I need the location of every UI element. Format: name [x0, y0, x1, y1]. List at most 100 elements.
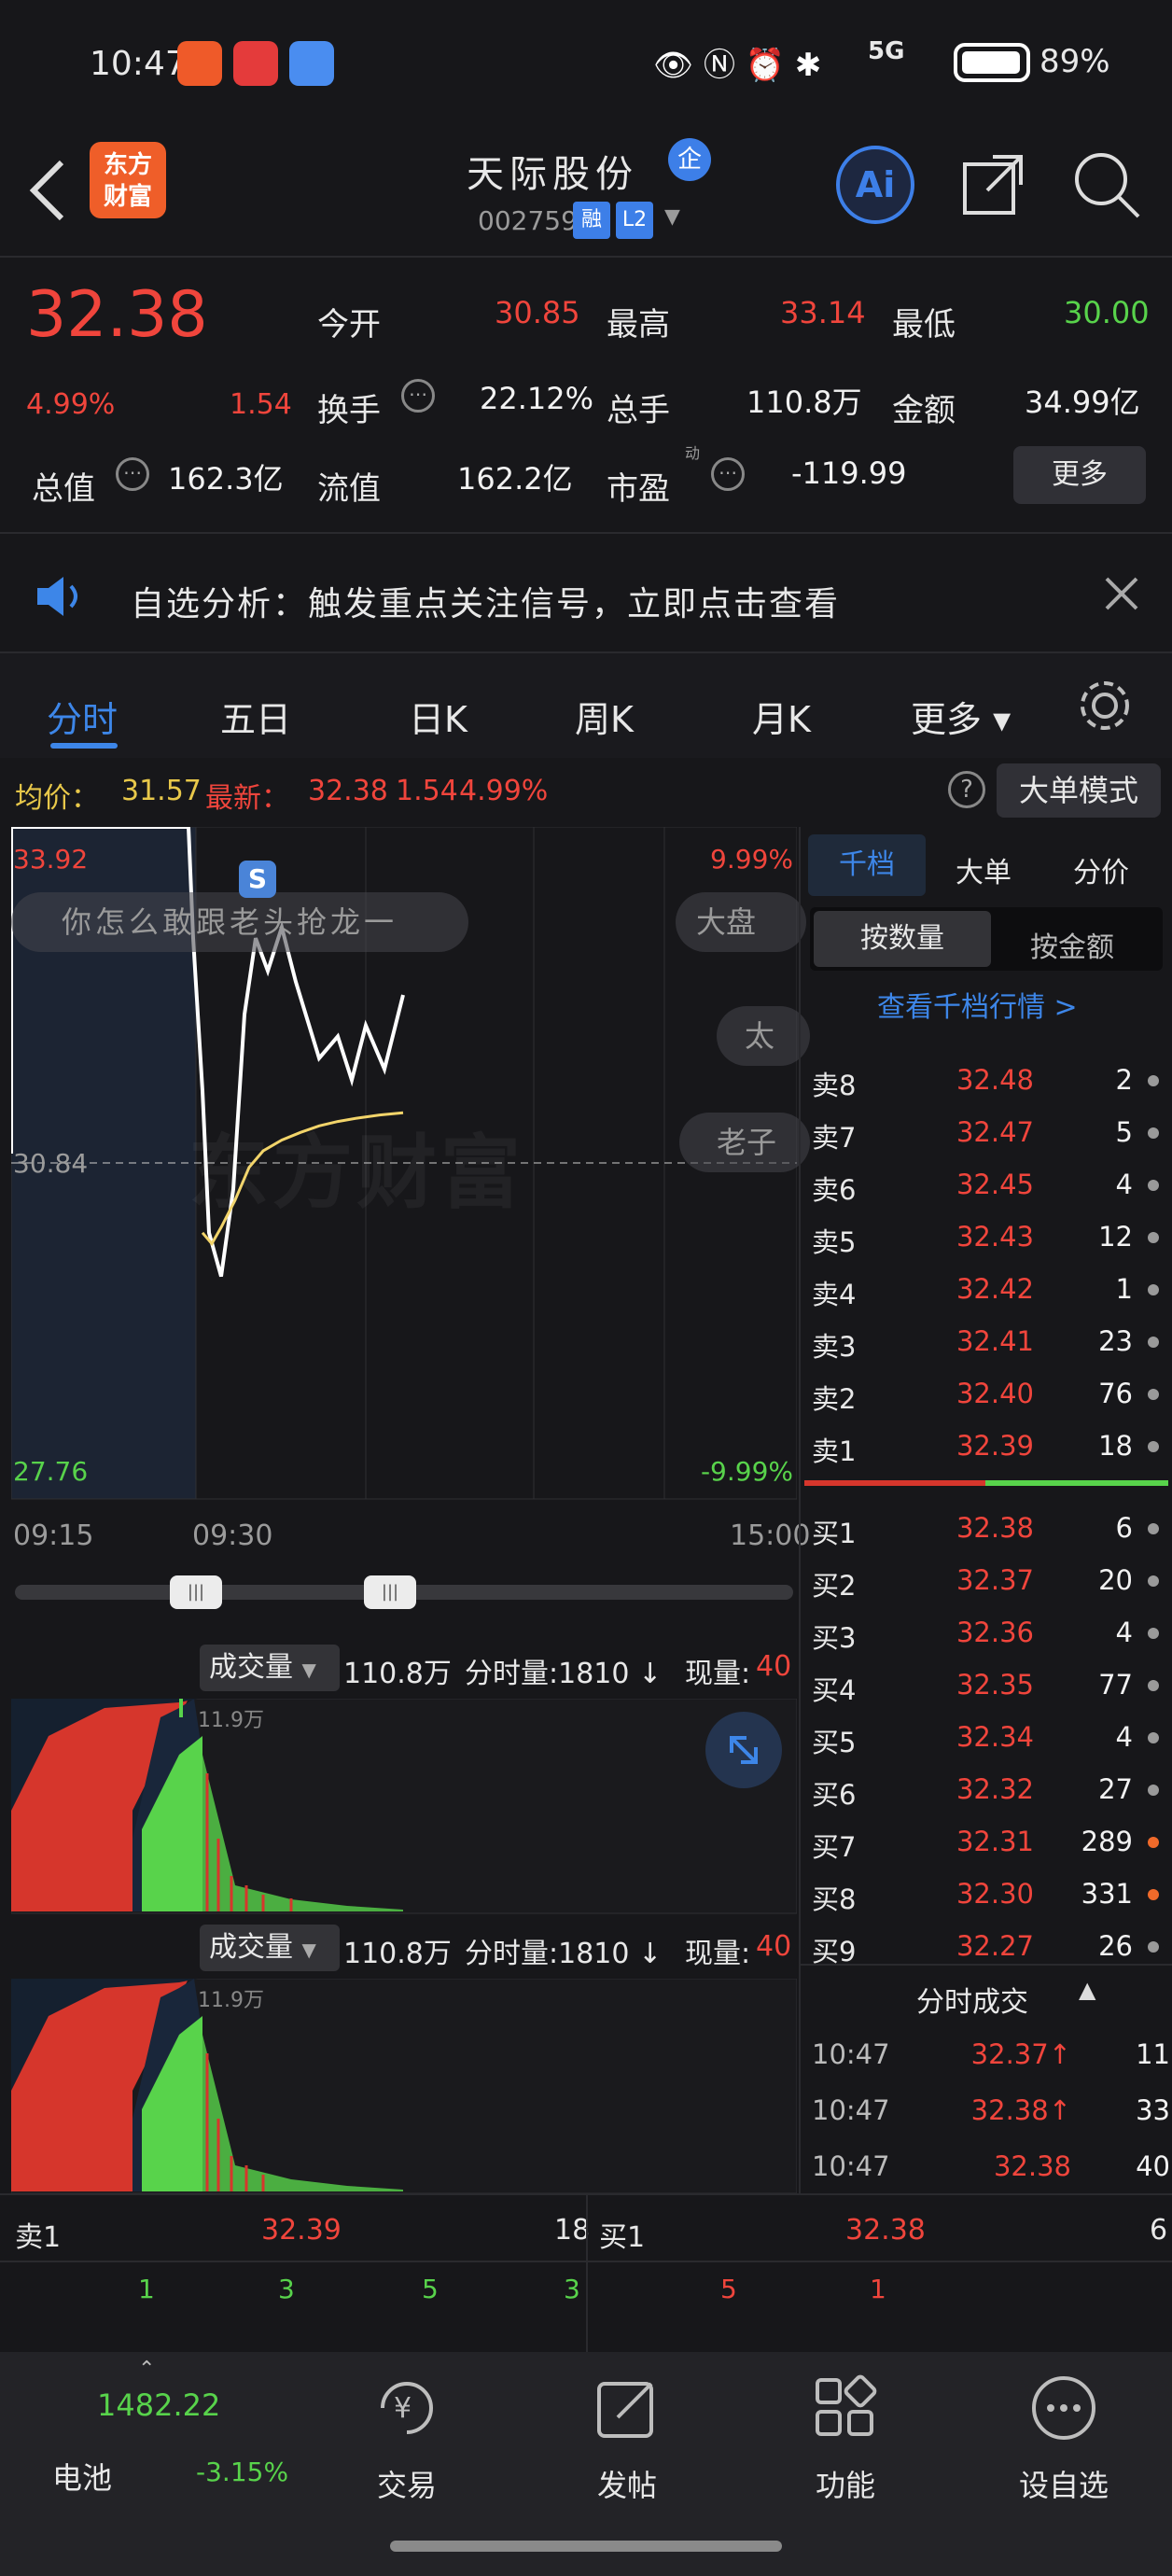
trades-header[interactable]: 分时成交: [916, 1979, 1028, 2020]
index-value[interactable]: 1482.22: [97, 2387, 220, 2423]
index-name[interactable]: 电池: [52, 2455, 112, 2498]
info-icon[interactable]: ⋯: [711, 457, 745, 491]
sell-queue-3: 5: [422, 2274, 439, 2304]
price-axis-bottom: 27.76: [13, 1456, 89, 1487]
ask-level-row[interactable]: 卖5 32.43 12: [801, 1208, 1172, 1260]
settings-icon[interactable]: [1075, 676, 1135, 735]
comment-chip[interactable]: 大盘: [676, 892, 806, 952]
level-price: 32.31: [956, 1826, 1034, 1857]
share-icon[interactable]: [959, 151, 1026, 218]
bid-level-row[interactable]: 买2 32.37 20: [801, 1551, 1172, 1603]
open-label: 今开: [317, 306, 381, 343]
volume-chart-2: 11.9万: [11, 1979, 797, 2194]
level-label: 买2: [812, 1570, 857, 1602]
ask-level-row[interactable]: 卖7 32.47 5: [801, 1103, 1172, 1155]
sell-signal-marker[interactable]: S: [239, 861, 276, 898]
level-volume: 12: [1098, 1221, 1133, 1253]
bid-level-row[interactable]: 买3 32.36 4: [801, 1603, 1172, 1656]
buy-queue-1: 5: [720, 2274, 737, 2304]
bid-level-row[interactable]: 买9 32.27 26: [801, 1917, 1172, 1969]
level-price: 32.43: [956, 1221, 1034, 1253]
expand-icon[interactable]: [705, 1712, 782, 1788]
volume-indicator-select-2[interactable]: 成交量 ▼: [200, 1925, 340, 1971]
range-slider-handle-left[interactable]: |||: [170, 1575, 222, 1609]
ask-level-row[interactable]: 卖8 32.48 2: [801, 1051, 1172, 1103]
level-indicator-dot: [1148, 1232, 1159, 1243]
trade-time: 10:47: [812, 2094, 890, 2126]
chart-stats: 均价： 31.57 最新： 32.38 1.54 4.99%: [0, 762, 799, 823]
level-volume: 4: [1115, 1169, 1133, 1200]
back-arrow-icon[interactable]: [26, 157, 67, 224]
info-icon[interactable]: ⋯: [116, 457, 149, 491]
tab-five-day[interactable]: 五日: [220, 691, 291, 742]
ask-ratio-bar: [804, 1480, 985, 1486]
volume-indicator-select[interactable]: 成交量 ▼: [200, 1645, 340, 1691]
bid-level-row[interactable]: 买5 32.34 4: [801, 1708, 1172, 1760]
chevron-down-icon: ▼: [301, 1939, 316, 1961]
app-notification-icon: [177, 41, 222, 86]
avg-label: 均价：: [15, 782, 99, 815]
close-icon[interactable]: [1103, 575, 1140, 612]
level-price: 32.40: [956, 1378, 1034, 1409]
market-cap-label: 总值: [32, 470, 95, 508]
tab-daily-k[interactable]: 日K: [409, 691, 467, 742]
range-slider-handle-right[interactable]: |||: [364, 1575, 416, 1609]
bid-level-row[interactable]: 买7 32.31 289: [801, 1813, 1172, 1865]
comment-chip[interactable]: 老子: [679, 1113, 810, 1172]
market-cap-value: 162.3亿: [168, 461, 284, 497]
pe-label: 市盈: [607, 470, 670, 508]
level-price: 32.35: [956, 1669, 1034, 1701]
tab-thousand-levels[interactable]: 千档: [808, 834, 926, 896]
bid-level-row[interactable]: 买1 32.38 6: [801, 1499, 1172, 1551]
help-icon[interactable]: ?: [948, 771, 985, 808]
nav-trade[interactable]: ¥ 交易: [332, 2352, 481, 2505]
comment-bubble[interactable]: 你怎么敢跟老头抢龙一: [11, 892, 468, 952]
level-label: 买5: [812, 1727, 857, 1758]
chevron-down-icon[interactable]: ▼: [664, 205, 680, 229]
ai-assistant-button[interactable]: Ai: [836, 146, 914, 224]
ask-level-row[interactable]: 卖4 32.42 1: [801, 1260, 1172, 1312]
latest-change: 1.54: [396, 775, 458, 807]
big-order-mode-button[interactable]: 大单模式: [997, 763, 1161, 818]
pe-value: -119.99: [791, 455, 907, 491]
ask-level-row[interactable]: 卖1 32.39 18: [801, 1417, 1172, 1469]
tab-monthly-k[interactable]: 月K: [752, 691, 811, 742]
bid-level-row[interactable]: 买6 32.32 27: [801, 1760, 1172, 1813]
bid-level-row[interactable]: 买4 32.35 77: [801, 1656, 1172, 1708]
search-icon[interactable]: [1071, 149, 1142, 220]
ask-level-row[interactable]: 卖2 32.40 76: [801, 1365, 1172, 1417]
chevron-up-icon[interactable]: ▲: [1079, 1977, 1095, 2003]
info-icon[interactable]: ⋯: [401, 379, 435, 413]
intraday-chart[interactable]: 33.92 30.84 27.76 9.99% -9.99% 你怎么敢跟老头抢龙…: [11, 827, 810, 1504]
nav-functions[interactable]: 功能: [771, 2352, 920, 2505]
turnover-label: 换手: [317, 392, 381, 429]
notice-bar[interactable]: 自选分析：触发重点关注信号，立即点击查看: [0, 532, 1172, 653]
volume-scale-label: 11.9万: [198, 1989, 264, 2012]
tab-intraday[interactable]: 分时: [47, 691, 118, 742]
float-cap-label: 流值: [317, 470, 381, 508]
level-price: 32.47: [956, 1116, 1034, 1148]
level-label: 买3: [812, 1622, 857, 1654]
tab-big-orders[interactable]: 大单: [956, 849, 1012, 890]
app-logo[interactable]: 东方 财富: [90, 142, 166, 218]
chevron-up-icon[interactable]: ⌃: [138, 2358, 155, 2381]
edit-icon: [597, 2382, 653, 2438]
mode-by-quantity[interactable]: 按数量: [814, 911, 991, 967]
level-volume: 26: [1098, 1930, 1133, 1962]
view-depth-link[interactable]: 查看千档行情 >: [877, 984, 1078, 1025]
bid-level-row[interactable]: 买8 32.30 331: [801, 1865, 1172, 1917]
more-button[interactable]: 更多: [1013, 446, 1146, 504]
trade-row: 10:47 32.37↑ 11: [801, 2025, 1172, 2078]
current-volume-label-2: 现量:: [685, 1938, 751, 1970]
battery-level: 89%: [1039, 43, 1110, 80]
ask-level-row[interactable]: 卖6 32.45 4: [801, 1155, 1172, 1208]
comment-chip[interactable]: 太: [717, 1006, 810, 1066]
mode-by-amount[interactable]: 按金额: [1030, 924, 1114, 965]
nav-add-watchlist[interactable]: 设自选: [989, 2352, 1138, 2505]
tab-weekly-k[interactable]: 周K: [575, 691, 634, 742]
tab-more[interactable]: 更多 ▾: [911, 691, 1011, 742]
tab-price-breakdown[interactable]: 分价: [1073, 849, 1129, 890]
ask-level-row[interactable]: 卖3 32.41 23: [801, 1312, 1172, 1365]
nav-post[interactable]: 发帖: [552, 2352, 702, 2505]
enterprise-badge[interactable]: 企: [668, 138, 711, 181]
